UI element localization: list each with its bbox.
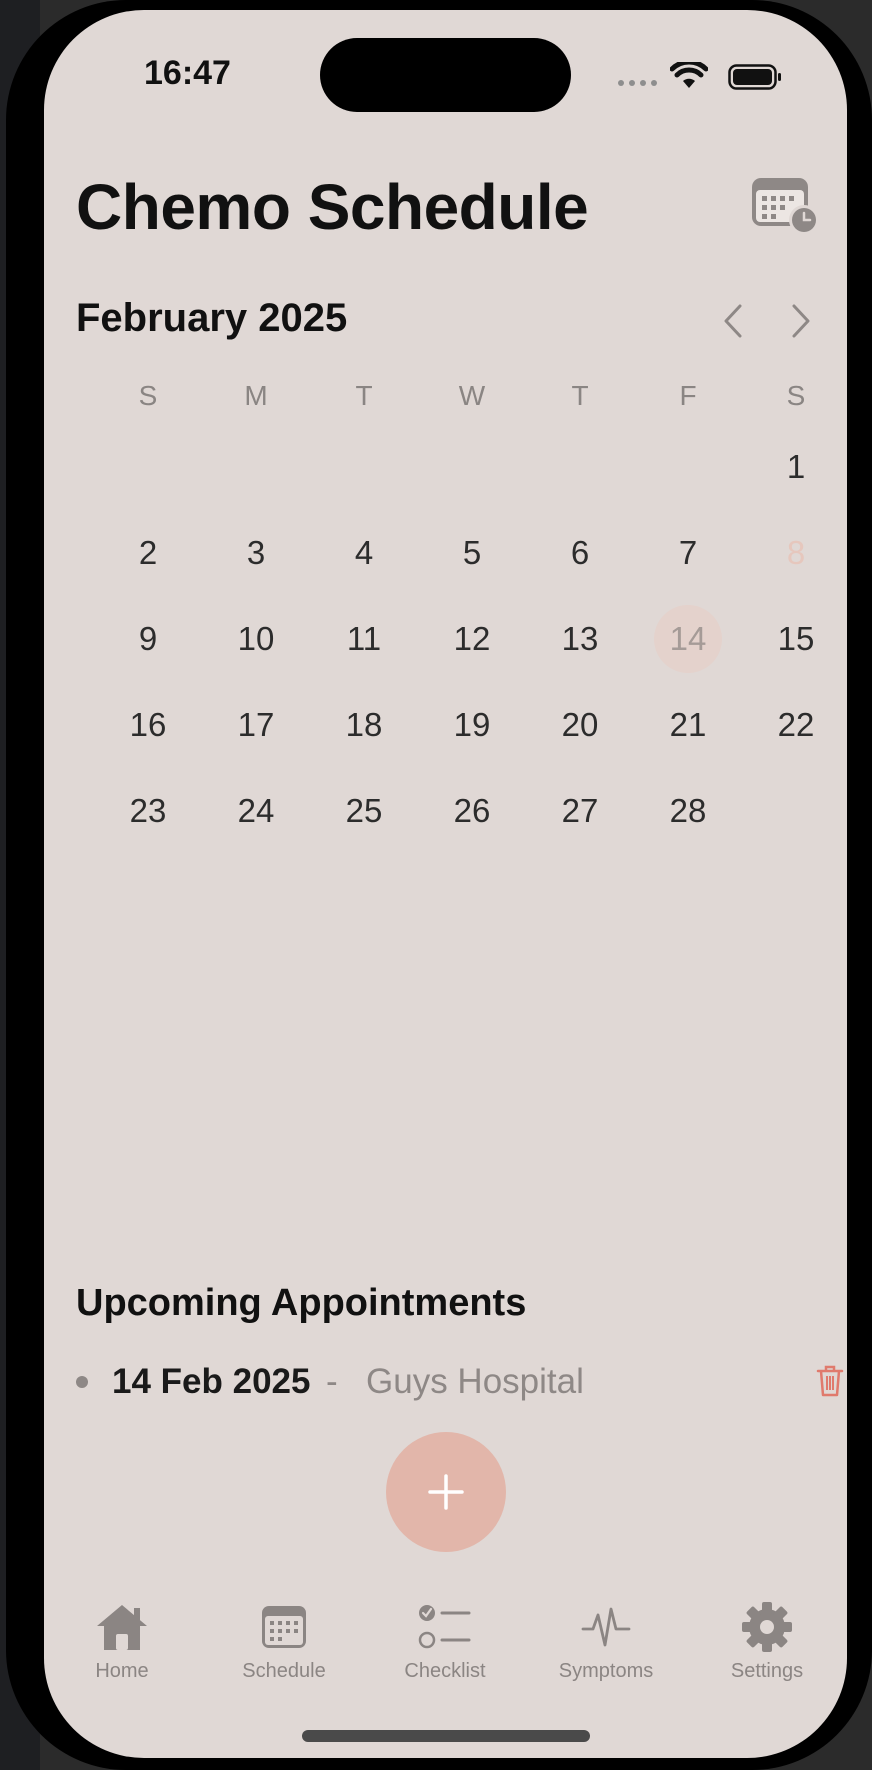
calendar-day[interactable]: 23 — [114, 777, 182, 845]
calendar-day[interactable]: 17 — [222, 691, 290, 759]
appointment-separator: - — [326, 1362, 338, 1401]
calendar-day[interactable]: 22 — [762, 691, 830, 759]
calendar-grid: 1 2 3 4 5 6 7 8 9 10 11 12 13 14 15 16 1… — [76, 10, 832, 910]
waveform-icon — [581, 1607, 631, 1647]
calendar-day[interactable]: 28 — [654, 777, 722, 845]
tab-label: Home — [95, 1660, 149, 1682]
calendar-day[interactable]: 27 — [546, 777, 614, 845]
calendar-day[interactable]: 13 — [546, 605, 614, 673]
checklist-icon — [418, 1605, 471, 1649]
trash-icon[interactable] — [816, 1364, 844, 1398]
tab-settings[interactable]: Settings — [697, 1596, 837, 1683]
calendar-day[interactable]: 1 — [762, 433, 830, 501]
calendar-day[interactable]: 19 — [438, 691, 506, 759]
upcoming-appointments-heading: Upcoming Appointments — [76, 1282, 527, 1324]
calendar-day[interactable]: 12 — [438, 605, 506, 673]
calendar-day[interactable]: 21 — [654, 691, 722, 759]
calendar-day[interactable]: 3 — [222, 519, 290, 587]
phone-frame: 16:47 Chemo Schedule February 2025 S M T… — [6, 0, 872, 1770]
calendar-icon — [262, 1606, 306, 1648]
tab-home[interactable]: Home — [52, 1596, 192, 1683]
bullet-icon — [76, 1376, 88, 1388]
calendar-day[interactable]: 9 — [114, 605, 182, 673]
tab-label: Checklist — [404, 1660, 486, 1682]
calendar-day[interactable]: 20 — [546, 691, 614, 759]
calendar-day-selected[interactable]: 14 — [654, 605, 722, 673]
tab-schedule[interactable]: Schedule — [214, 1596, 354, 1683]
tab-label: Settings — [730, 1660, 804, 1682]
add-appointment-button[interactable] — [386, 1432, 506, 1552]
calendar-day[interactable]: 7 — [654, 519, 722, 587]
app-screen: 16:47 Chemo Schedule February 2025 S M T… — [44, 10, 847, 1758]
calendar-day[interactable]: 2 — [114, 519, 182, 587]
calendar-day[interactable]: 6 — [546, 519, 614, 587]
appointment-location: Guys Hospital — [366, 1362, 584, 1401]
plus-icon — [428, 1474, 464, 1510]
gear-icon — [742, 1602, 792, 1652]
tab-symptoms[interactable]: Symptoms — [536, 1596, 676, 1683]
calendar-day[interactable]: 15 — [762, 605, 830, 673]
home-icon — [97, 1605, 147, 1650]
calendar-day[interactable]: 5 — [438, 519, 506, 587]
tab-label: Symptoms — [558, 1660, 654, 1682]
calendar-day[interactable]: 26 — [438, 777, 506, 845]
calendar-day[interactable]: 11 — [330, 605, 398, 673]
tab-checklist[interactable]: Checklist — [375, 1596, 515, 1683]
tab-label: Schedule — [242, 1660, 326, 1682]
calendar-day[interactable]: 4 — [330, 519, 398, 587]
appointment-row[interactable]: 14 Feb 2025 - Guys Hospital — [76, 1360, 844, 1404]
tab-bar: Home Schedule Checklist Symptoms Setting… — [44, 1596, 847, 1696]
home-indicator[interactable] — [302, 1730, 590, 1742]
appointment-date: 14 Feb 2025 — [112, 1362, 311, 1401]
calendar-day-muted[interactable]: 8 — [762, 519, 830, 587]
calendar-day[interactable]: 16 — [114, 691, 182, 759]
calendar-day[interactable]: 10 — [222, 605, 290, 673]
calendar-day[interactable]: 18 — [330, 691, 398, 759]
calendar-day[interactable]: 24 — [222, 777, 290, 845]
calendar-day[interactable]: 25 — [330, 777, 398, 845]
